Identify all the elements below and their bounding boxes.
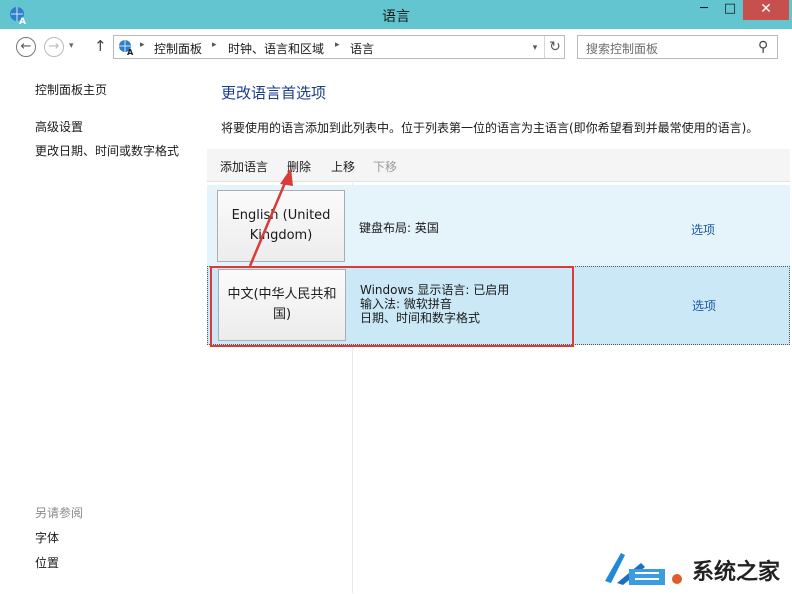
keyboard-layout-text: 键盘布局: 英国	[359, 221, 439, 235]
see-also-location[interactable]: 位置	[35, 554, 59, 571]
breadcrumb-clock-language-region[interactable]: 时钟、语言和区域	[228, 40, 324, 57]
address-dropdown[interactable]: ▾	[528, 39, 542, 57]
window-title: 语言	[382, 9, 410, 25]
move-down-button[interactable]: 下移	[373, 158, 397, 175]
breadcrumb-separator[interactable]: ▸	[335, 40, 340, 50]
close-button[interactable]: ✕	[743, 0, 789, 20]
breadcrumb-language[interactable]: 语言	[350, 40, 374, 57]
svg-text:A: A	[127, 48, 134, 56]
see-also-fonts[interactable]: 字体	[35, 529, 59, 546]
page-title: 更改语言首选项	[221, 84, 327, 102]
remove-language-button[interactable]: 删除	[287, 158, 311, 175]
sidebar-change-date-time-format[interactable]: 更改日期、时间或数字格式	[35, 142, 179, 159]
see-also-title: 另请参阅	[35, 506, 84, 520]
refresh-button[interactable]: ↻	[544, 36, 565, 58]
recent-locations-dropdown[interactable]: ▾	[69, 41, 74, 51]
language-list: English (United Kingdom) 键盘布局: 英国 选项 中文(…	[207, 183, 790, 593]
maximize-button[interactable]: □	[717, 0, 743, 20]
address-bar[interactable]: A ▸ 控制面板 ▸ 时钟、语言和区域 ▸ 语言 ▾ ↻	[113, 35, 565, 59]
add-language-button[interactable]: 添加语言	[220, 158, 268, 175]
annotation-highlight-box	[210, 266, 574, 347]
forward-button[interactable]: →	[44, 37, 64, 57]
navigation-bar: ← → ▾ ↑ A ▸ 控制面板 ▸ 时钟、语言和区域 ▸ 语言 ▾ ↻ 搜索控…	[0, 29, 792, 63]
move-up-button[interactable]: 上移	[331, 158, 355, 175]
search-icon[interactable]: ⚲	[758, 39, 768, 55]
language-details-english: 键盘布局: 英国	[359, 221, 439, 235]
language-row-english[interactable]: English (United Kingdom) 键盘布局: 英国 选项	[207, 185, 790, 266]
options-link-chinese[interactable]: 选项	[692, 297, 716, 314]
breadcrumb-separator[interactable]: ▸	[212, 40, 217, 50]
breadcrumb-control-panel[interactable]: 控制面板	[154, 40, 202, 57]
sidebar-advanced-settings[interactable]: 高级设置	[35, 118, 83, 135]
watermark-text: 系统之家	[692, 560, 781, 585]
breadcrumb-separator[interactable]: ▸	[140, 40, 145, 50]
page-description: 将要使用的语言添加到此列表中。位于列表第一位的语言为主语言(即你希望看到并最常使…	[221, 121, 759, 135]
control-panel-icon: A	[119, 40, 134, 56]
sidebar-control-panel-home[interactable]: 控制面板主页	[35, 81, 107, 98]
language-toolbar: 添加语言 删除 上移 下移	[207, 149, 790, 182]
options-link-english[interactable]: 选项	[691, 221, 715, 238]
search-placeholder: 搜索控制面板	[586, 42, 659, 56]
title-bar: A 语言 ─ □ ✕	[0, 0, 792, 29]
back-button[interactable]: ←	[16, 37, 36, 57]
up-button[interactable]: ↑	[94, 37, 107, 55]
minimize-button[interactable]: ─	[691, 0, 717, 20]
search-input[interactable]: 搜索控制面板 ⚲	[577, 35, 778, 59]
language-tile-english[interactable]: English (United Kingdom)	[217, 190, 345, 262]
